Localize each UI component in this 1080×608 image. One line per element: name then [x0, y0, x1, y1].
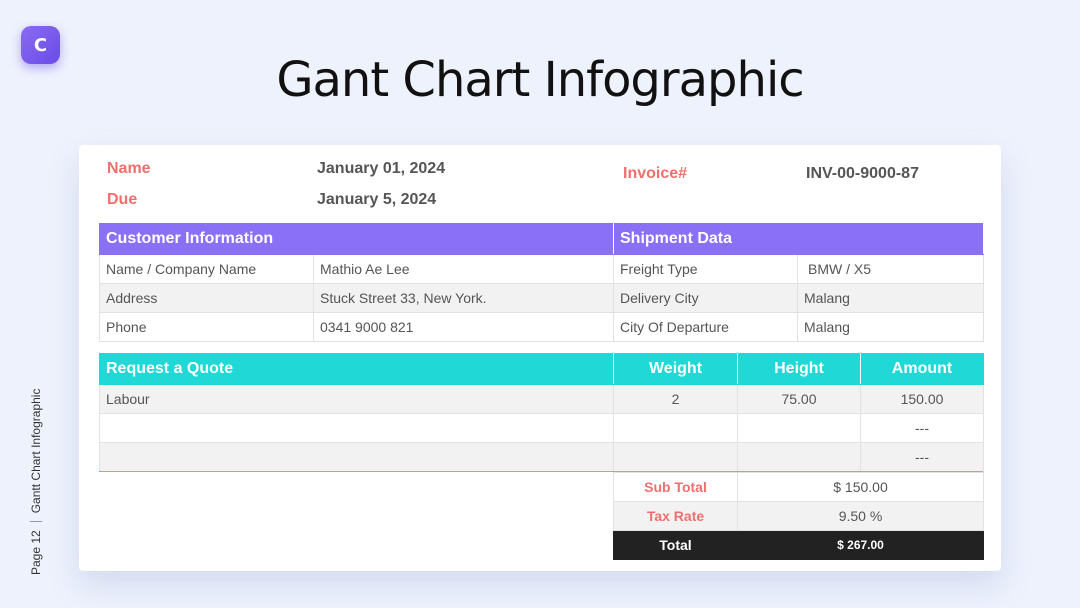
table-row: Address Stuck Street 33, New York. Deliv… — [99, 283, 985, 313]
page-title: Gant Chart Infographic — [276, 52, 804, 108]
table-row: Phone 0341 9000 821 City Of Departure Ma… — [99, 312, 985, 342]
shipment-field-label: City Of Departure — [613, 312, 798, 342]
item-weight: 2 — [613, 384, 738, 414]
invoice-card: Name January 01, 2024 Due January 5, 202… — [79, 145, 1001, 571]
customer-field-value: Mathio Ae Lee — [313, 254, 614, 284]
item-description: Labour — [99, 384, 614, 414]
item-height — [737, 413, 861, 443]
customer-field-value: 0341 9000 821 — [313, 312, 614, 342]
table-row: --- — [99, 442, 984, 472]
customer-info-header: Customer Information — [99, 223, 614, 255]
tax-row: Tax Rate 9.50 % — [613, 501, 984, 531]
subtotal-label: Sub Total — [613, 472, 738, 502]
shipment-field-label: Delivery City — [613, 283, 798, 313]
info-header-row: Customer Information Shipment Data — [99, 223, 985, 255]
customer-field-label: Name / Company Name — [99, 254, 314, 284]
shipment-field-label: Freight Type — [613, 254, 798, 284]
table-row: Labour 2 75.00 150.00 — [99, 384, 984, 414]
shipment-field-value: Malang — [796, 283, 985, 313]
summary-table: Sub Total $ 150.00 Tax Rate 9.50 % Total… — [613, 472, 984, 560]
request-quote-header: Request a Quote — [99, 353, 614, 385]
shipment-field-value: BMW / X5 — [796, 254, 985, 284]
due-value: January 5, 2024 — [317, 191, 437, 208]
quote-header-row: Request a Quote Weight Height Amount — [99, 353, 984, 385]
name-value: January 01, 2024 — [317, 160, 446, 177]
item-description — [99, 442, 614, 472]
item-height: 75.00 — [737, 384, 861, 414]
item-amount: --- — [860, 413, 984, 443]
subtotal-row: Sub Total $ 150.00 — [613, 472, 984, 502]
table-row: Name / Company Name Mathio Ae Lee Freigh… — [99, 254, 985, 284]
invoice-label: Invoice# — [623, 165, 688, 182]
total-value: $ 267.00 — [737, 530, 984, 560]
side-title: Gantt Chart Infographic — [29, 388, 43, 514]
item-weight — [613, 413, 738, 443]
divider — [30, 521, 42, 523]
customer-field-label: Phone — [99, 312, 314, 342]
invoice-number: INV-00-9000-87 — [806, 165, 919, 182]
side-page-label: Page 12 Gantt Chart Infographic — [29, 389, 43, 575]
quote-table: Request a Quote Weight Height Amount Lab… — [99, 353, 984, 472]
item-description — [99, 413, 614, 443]
weight-header: Weight — [613, 353, 738, 385]
shipment-data-header: Shipment Data — [612, 223, 985, 255]
info-table: Customer Information Shipment Data Name … — [99, 223, 985, 342]
item-amount: --- — [860, 442, 984, 472]
customer-field-value: Stuck Street 33, New York. — [313, 283, 614, 313]
item-amount: 150.00 — [860, 384, 984, 414]
due-label: Due — [107, 191, 138, 208]
tax-label: Tax Rate — [613, 501, 738, 531]
amount-header: Amount — [860, 353, 984, 385]
page-number: Page 12 — [29, 530, 43, 575]
subtotal-value: $ 150.00 — [737, 472, 984, 502]
item-height — [737, 442, 861, 472]
item-weight — [613, 442, 738, 472]
shipment-field-value: Malang — [796, 312, 985, 342]
customer-field-label: Address — [99, 283, 314, 313]
table-row: --- — [99, 413, 984, 443]
name-label: Name — [107, 160, 151, 177]
tax-value: 9.50 % — [737, 501, 984, 531]
total-label: Total — [613, 530, 738, 560]
height-header: Height — [737, 353, 861, 385]
total-row: Total $ 267.00 — [613, 530, 984, 560]
